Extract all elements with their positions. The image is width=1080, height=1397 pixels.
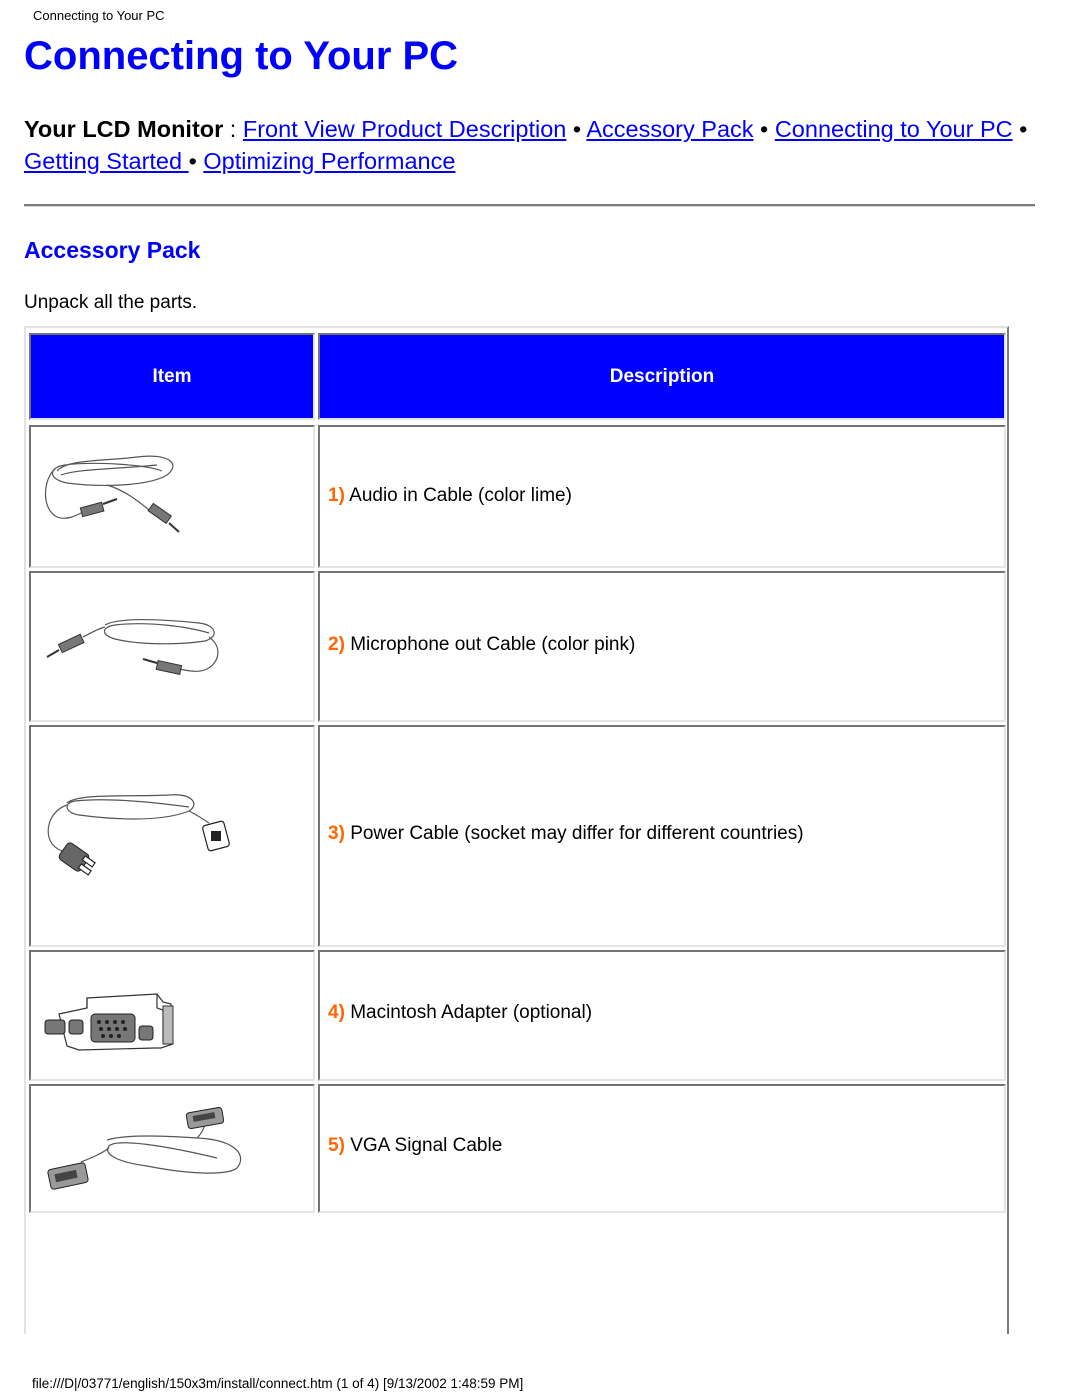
link-optimizing[interactable]: Optimizing Performance: [203, 148, 455, 174]
page-footer-path: file:///D|/03771/english/150x3m/install/…: [32, 1376, 524, 1391]
table-row-desc-cell: 5) VGA Signal Cable: [318, 1084, 1006, 1213]
section-title: Accessory Pack: [24, 237, 201, 263]
audio-cable-icon: [44, 455, 180, 533]
item-number: 3): [328, 823, 345, 844]
link-getting-started[interactable]: Getting Started: [24, 148, 189, 174]
item-description: 4) Macintosh Adapter (optional): [328, 1002, 592, 1024]
item-description: 1) Audio in Cable (color lime): [328, 485, 572, 507]
page-title: Connecting to Your PC: [24, 34, 459, 78]
header-item: Item: [29, 333, 315, 420]
item-number: 4): [328, 1002, 345, 1023]
nav-lead: Your LCD Monitor: [24, 116, 224, 142]
item-number: 5): [328, 1135, 345, 1156]
item-description: 3) Power Cable (socket may differ for di…: [328, 823, 804, 845]
power-cable-icon: [47, 794, 230, 876]
table-row-desc-cell: 3) Power Cable (socket may differ for di…: [318, 725, 1006, 947]
item-description: 2) Microphone out Cable (color pink): [328, 634, 635, 656]
mac-adapter-icon: [44, 993, 174, 1051]
table-row-item-cell: [29, 725, 315, 947]
accessory-table: Item Description 1) Audio in Cable (colo…: [24, 326, 1009, 1334]
item-number: 2): [328, 634, 345, 655]
link-connecting[interactable]: Connecting to Your PC: [775, 116, 1013, 142]
link-front-view[interactable]: Front View Product Description: [243, 116, 566, 142]
item-text: Macintosh Adapter (optional): [350, 1002, 593, 1023]
table-row-desc-cell: 4) Macintosh Adapter (optional): [318, 950, 1006, 1081]
horizontal-rule: [24, 204, 1035, 207]
item-text: Audio in Cable (color lime): [349, 485, 572, 506]
table-row-item-cell: [29, 425, 315, 568]
item-text: Microphone out Cable (color pink): [350, 634, 636, 655]
table-row-item-cell: [29, 950, 315, 1081]
nav-bullet: •: [566, 116, 587, 142]
table-row-desc-cell: 2) Microphone out Cable (color pink): [318, 571, 1006, 722]
microphone-cable-icon: [46, 618, 219, 675]
nav-bullet: •: [188, 148, 204, 174]
nav-bullet: •: [753, 116, 775, 142]
nav-colon: :: [223, 116, 243, 142]
header-item-label: Item: [152, 365, 192, 387]
intro-text: Unpack all the parts.: [24, 292, 198, 313]
header-description-label: Description: [609, 365, 715, 387]
running-head: Connecting to Your PC: [33, 8, 165, 23]
vga-cable-icon: [47, 1106, 242, 1190]
header-description: Description: [318, 333, 1006, 420]
table-row-desc-cell: 1) Audio in Cable (color lime): [318, 425, 1006, 568]
breadcrumb-nav: Your LCD Monitor : Front View Product De…: [24, 113, 1044, 177]
item-number: 1): [328, 485, 345, 506]
item-text: Power Cable (socket may differ for diffe…: [350, 823, 804, 844]
table-row-item-cell: [29, 1084, 315, 1213]
table-row-item-cell: [29, 571, 315, 722]
link-accessory-pack[interactable]: Accessory Pack: [586, 116, 753, 142]
item-text: VGA Signal Cable: [350, 1135, 503, 1156]
item-description: 5) VGA Signal Cable: [328, 1135, 502, 1157]
nav-bullet: •: [1012, 116, 1028, 142]
